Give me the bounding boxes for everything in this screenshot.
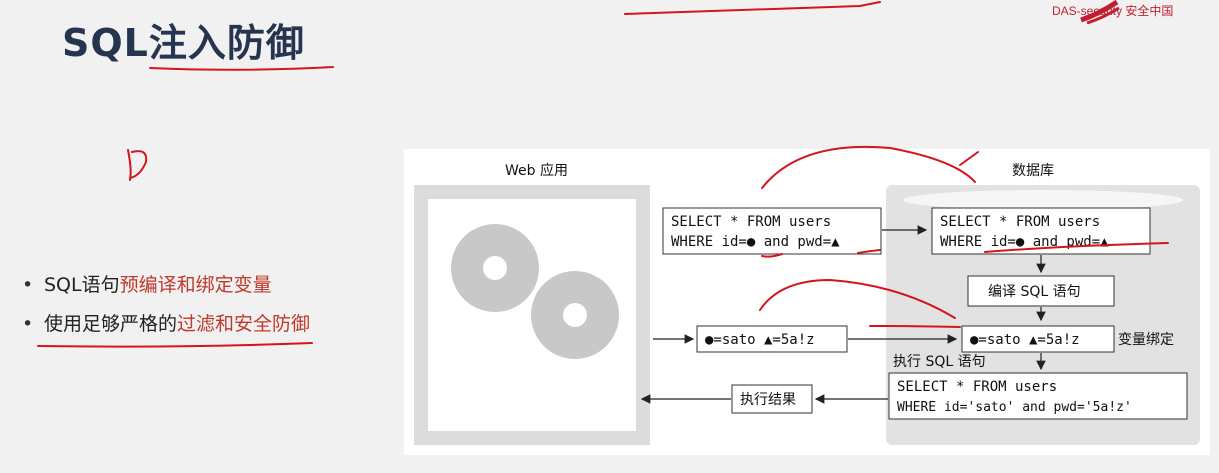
final-query-line2: WHERE id='sato' and pwd='5a!z'	[897, 400, 1132, 415]
arrow-tip-mark	[959, 151, 979, 166]
bind-line-mark	[869, 325, 961, 328]
compile-label: 编译 SQL 语句	[988, 284, 1081, 300]
query-web-line2: WHERE id=● and pwd=▲	[671, 234, 840, 250]
diagram-svg: Web 应用 数据库 SELECT * FROM users WHERE id=…	[37, 1, 1200, 445]
exec-label: 执行 SQL 语句	[893, 354, 986, 370]
scribble-mark	[127, 149, 148, 181]
bind-label: 变量绑定	[1118, 332, 1174, 348]
top-curve-mark	[761, 145, 976, 189]
query-db-line2: WHERE id=● and pwd=▲	[940, 234, 1109, 250]
bind-values-db-text: ●=sato ▲=5a!z	[970, 332, 1080, 348]
web-app-label: Web 应用	[505, 162, 568, 179]
bind-values-web-text: ●=sato ▲=5a!z	[705, 332, 815, 348]
bullet-underline-mark	[37, 342, 313, 348]
result-label: 执行结果	[740, 392, 796, 408]
query-web-line1: SELECT * FROM users	[671, 214, 831, 230]
title-underline-mark	[149, 66, 334, 71]
top-arrow-mark	[624, 1, 881, 15]
final-query-line1: SELECT * FROM users	[897, 379, 1057, 395]
database-label: 数据库	[1012, 163, 1054, 179]
query-db-line1: SELECT * FROM users	[940, 214, 1100, 230]
